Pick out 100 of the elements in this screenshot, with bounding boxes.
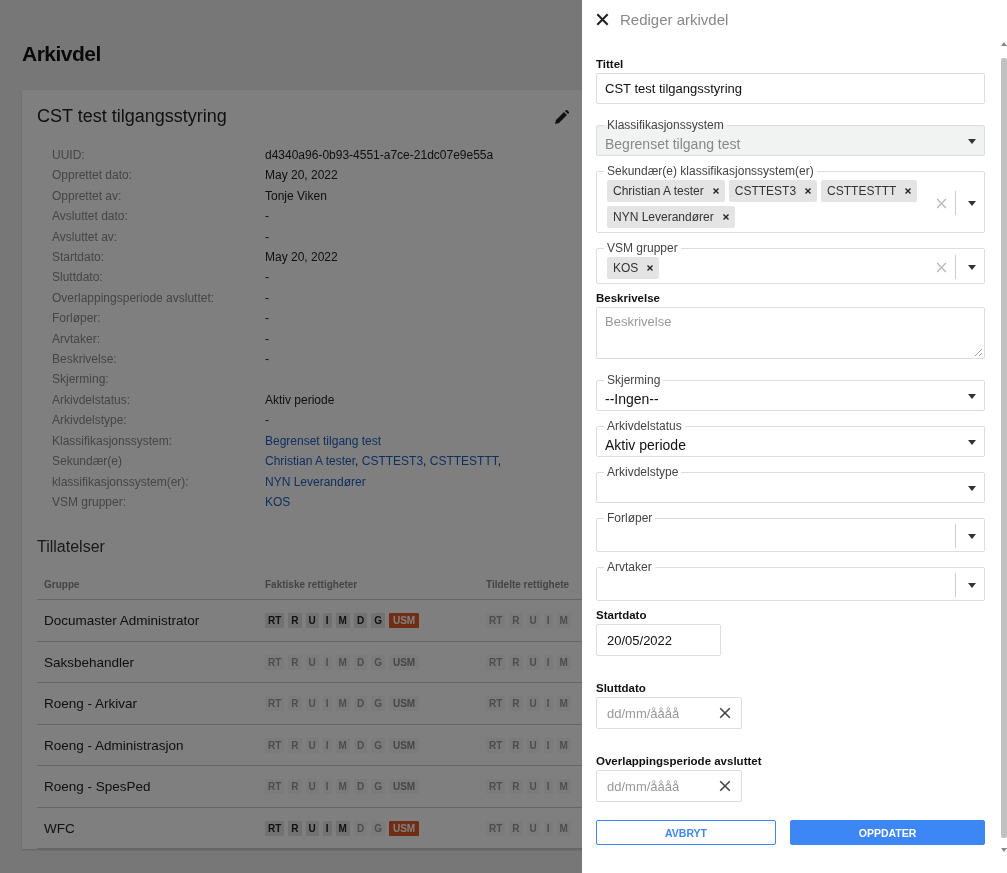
date-field[interactable]: dd/mm/åååå [596,697,742,729]
tag: KOS [607,257,660,279]
cancel-button[interactable]: AVBRYT [596,820,776,845]
detail-link[interactable]: Begrenset tilgang test [265,433,382,448]
field-label: Sekundær(e) klassifikasjonssystem(er) [604,164,817,178]
field-label: Klassifikasjonssystem [604,118,727,132]
detail-value: May 20, 2022 [265,249,339,267]
column-header: Tildelte rettighete [486,579,570,591]
right-badge: RT [265,613,285,629]
separator-text: , [423,454,427,469]
detail-value: May 20, 2022 [265,167,339,185]
right-badge: USM [388,613,420,629]
detail-label: Sluttdato: [52,269,104,287]
section-title: Tillatelser [37,538,106,557]
group-name: WFC [44,820,76,836]
field-label: Arkivdelstype [604,465,682,479]
detail-link[interactable]: CSTTESTTT [429,454,498,469]
right-badge: R [288,613,302,629]
caret-icon[interactable] [968,486,976,491]
detail-label: Klassifikasjonssystem: [52,432,174,450]
date-value: dd/mm/åååå [607,705,680,721]
detail-label: Sekundær(e) klassifikasjonssystem(er): [52,453,190,491]
description-field[interactable]: Beskrivelse [596,307,985,359]
caret-icon[interactable] [968,440,976,445]
detail-label: Avsluttet dato: [52,208,129,226]
right-badge: M [335,820,350,836]
remove-icon[interactable] [905,188,912,194]
detail-value: - [265,412,270,430]
field-label: Overlappingsperiode avsluttet [596,755,763,767]
remove-icon[interactable] [722,214,729,220]
group-name: Documaster Administrator [44,613,201,629]
detail-value: d4340a96-0b93-4551-a7ce-21dc07e9e55a [265,147,495,164]
right-badge: R [288,820,302,836]
select-value: Begrenset tilgang test [605,135,742,152]
detail-label: UUID: [52,147,86,164]
detail-value: - [265,330,270,348]
detail-value: - [265,310,270,328]
detail-link[interactable]: Christian A tester [265,454,356,469]
detail-link[interactable]: KOS [265,494,291,509]
tag: NYN Leverandører [607,206,735,228]
detail-label: Arkivdelstype: [52,412,128,430]
close-button[interactable] [596,12,609,26]
field-label: Startdato [596,609,648,621]
right-badge: U [305,613,319,629]
right-badge: M [335,613,350,629]
caret-icon[interactable] [968,582,976,588]
caret-icon[interactable] [968,200,976,206]
field-label: Sluttdato [596,682,647,694]
separator-text: , [355,454,359,469]
right-badge: D [353,613,368,629]
field-label: Arkivdelstatus [604,419,685,433]
card-title: CST test tilgangsstyring [37,106,227,127]
select-value: Aktiv periode [605,436,687,453]
remove-icon[interactable] [647,265,654,271]
remove-icon[interactable] [712,188,719,194]
right-badge: I [322,613,332,629]
detail-value: Aktiv periode [265,391,336,409]
clear-icon[interactable] [719,707,731,719]
date-field[interactable]: dd/mm/åååå [596,770,742,802]
update-button[interactable]: OPPDATER [790,820,985,845]
detail-label: Overlappingsperiode avsluttet: [52,289,216,307]
tag: CSTTESTTT [821,180,918,202]
resize-handle-icon[interactable] [975,349,982,356]
right-badge: USM [388,820,420,836]
date-field[interactable]: 20/05/2022 [596,624,721,656]
remove-icon[interactable] [805,188,812,194]
date-value: 20/05/2022 [607,632,673,648]
pencil-icon[interactable] [555,109,569,124]
date-value: dd/mm/åååå [607,778,680,794]
column-header: Faktiske rettigheter [265,579,358,591]
detail-label: Forløper: [52,310,102,328]
caret-icon[interactable] [968,533,976,539]
right-badge: U [305,820,319,836]
group-name: Roeng - Administrasjon [44,737,185,753]
separator-text: , [497,454,502,469]
group-name: Roeng - Arkivar [44,696,139,712]
page-title: Arkivdel [22,42,102,66]
title-field[interactable]: CST test tilgangsstyring [596,73,985,104]
field-label: Skjerming [604,373,664,387]
clear-icon[interactable] [719,780,731,792]
group-name: Saksbehandler [44,654,136,670]
select-value: --Ingen-- [605,390,660,407]
detail-label: Arkivdelstatus: [52,391,132,409]
column-header: Gruppe [44,579,80,591]
detail-value: - [265,208,270,226]
field-label: Forløper [604,511,656,525]
tag: Christian A tester [607,180,725,202]
tag: CSTTEST3 [728,180,818,202]
detail-link[interactable]: NYN Leverandører [265,474,366,489]
right-badge: I [322,820,332,836]
group-name: Roeng - SpesPed [44,779,152,795]
caret-icon[interactable] [968,394,976,399]
detail-label: Avsluttet av: [52,228,119,246]
detail-value: - [265,289,270,307]
detail-value: Tonje Viken [265,187,328,205]
detail-label: Arvtaker: [52,330,101,348]
field-label: Arvtaker [604,560,655,574]
caret-icon[interactable] [968,264,976,270]
field-label: Beskrivelse [596,292,661,304]
field-label: Tittel [596,58,625,70]
